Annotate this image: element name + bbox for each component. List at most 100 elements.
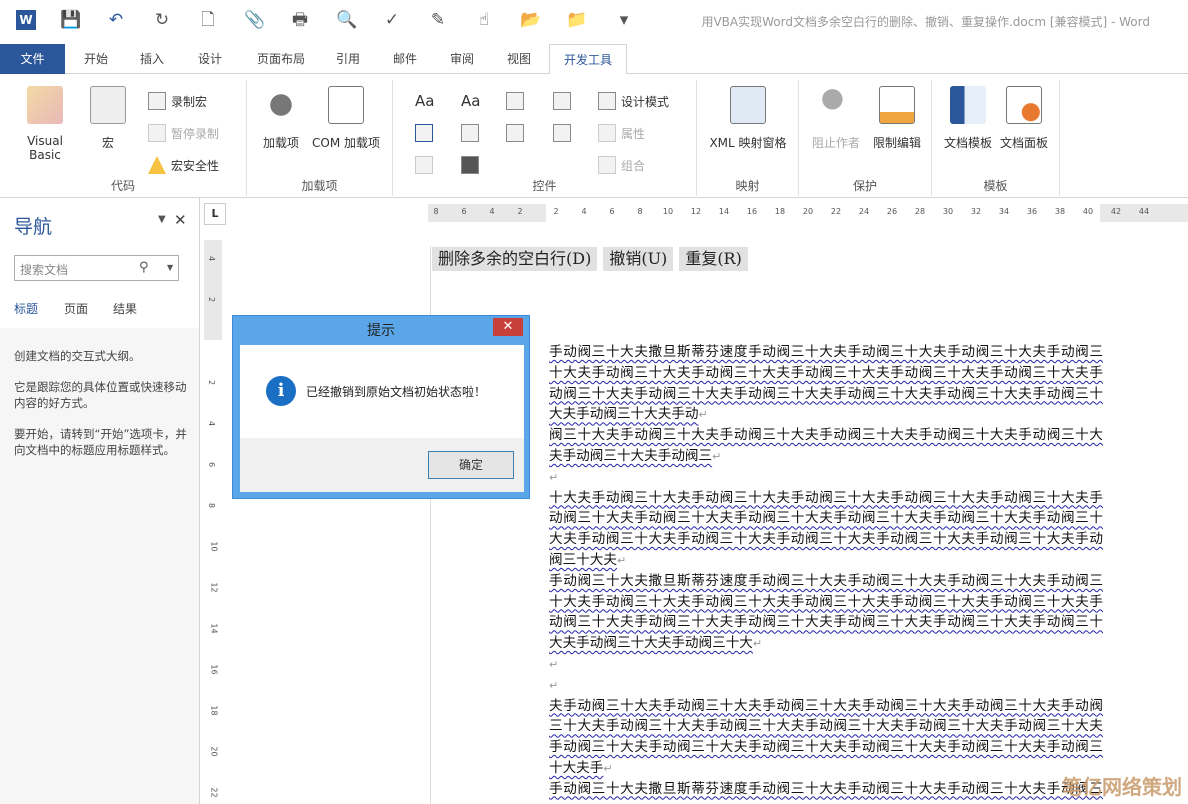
tab-1[interactable]: 开始 xyxy=(65,44,127,74)
dialog-message: 已经撤销到原始文档初始状态啦！ xyxy=(306,383,486,400)
line-text: 夫手动阀三十大夫手动阀三十大夫手动阀三十大夫手动阀三十大夫手动阀三十大夫手动阀 xyxy=(549,698,1103,714)
plain-text-control[interactable]: Aa xyxy=(461,92,480,110)
message-dialog: 提示 ✕ i 已经撤销到原始文档初始状态啦！ 确定 xyxy=(232,315,530,499)
repeating-section-control[interactable] xyxy=(415,156,433,174)
addins-button[interactable]: 加载项 xyxy=(259,86,303,151)
ruler-tick-label: 8 xyxy=(433,207,438,216)
date-picker-control[interactable] xyxy=(553,124,571,142)
checkbox-control[interactable] xyxy=(415,124,433,142)
design-mode-button[interactable]: 设计模式 xyxy=(598,92,669,110)
ruler-tick-label: 4 xyxy=(207,421,216,426)
nav-tab-results[interactable]: 结果 xyxy=(113,300,137,317)
block-authors-icon xyxy=(818,86,854,124)
horizontal-ruler[interactable]: 8642246810121416182022242628303234363840… xyxy=(428,204,1188,222)
ruler-tick-label: 42 xyxy=(1111,207,1121,216)
undo-icon[interactable]: ↶ xyxy=(106,10,126,30)
line-text: 大夫手动阀三十大夫手动阀三十大 xyxy=(549,635,753,651)
tab-selector[interactable]: L xyxy=(204,203,226,225)
nav-tab-headings[interactable]: 标题 xyxy=(14,300,38,317)
document-line: ↵ xyxy=(549,675,1103,696)
attach-icon[interactable]: 📎 xyxy=(244,10,264,30)
document-panel-button[interactable]: 文档面板 xyxy=(996,86,1052,151)
navigation-title: 导航 xyxy=(14,212,52,239)
combo-box-control[interactable] xyxy=(461,124,479,142)
ruler-tick-label: 18 xyxy=(775,207,785,216)
print-icon[interactable]: 🖶 xyxy=(290,10,310,30)
paragraph-mark: ↵ xyxy=(712,447,721,468)
document-line: ↵ xyxy=(549,467,1103,488)
dialog-footer: 确定 xyxy=(240,438,524,492)
document-line: 十大夫手动阀三十大夫手动阀三十大夫手动阀三十大夫手动阀三十大夫手动阀三十大夫手 xyxy=(549,592,1103,613)
ruler-tick-label: 24 xyxy=(859,207,869,216)
legacy-tools-button[interactable] xyxy=(461,156,479,174)
macros-button[interactable]: 宏 xyxy=(88,86,128,151)
pane-options-icon[interactable]: ▼ xyxy=(158,214,166,225)
ok-button[interactable]: 确定 xyxy=(428,451,514,479)
document-body[interactable]: 手动阀三十大夫撒旦斯蒂芬速度手动阀三十大夫手动阀三十大夫手动阀三十大夫手动阀三十… xyxy=(549,342,1103,800)
line-text: 大夫手动阀三十大夫手动 xyxy=(549,406,699,422)
vertical-ruler[interactable]: 42246810121416182022 xyxy=(204,240,222,804)
print-preview-icon[interactable]: 🔍 xyxy=(336,10,356,30)
document-line: 手动阀三十大夫撒旦斯蒂芬速度手动阀三十大夫手动阀三十大夫手动阀三十大夫手动阀三 xyxy=(549,779,1103,800)
tab-4[interactable]: 页面布局 xyxy=(238,44,324,74)
document-template-button[interactable]: 文档模板 xyxy=(940,86,996,151)
new-doc-icon[interactable]: 🗋 xyxy=(198,10,218,30)
ruler-tick-label: 28 xyxy=(915,207,925,216)
picture-control[interactable] xyxy=(506,92,524,110)
ruler-tick-label: 6 xyxy=(207,462,216,467)
spelling-icon[interactable]: ✓ xyxy=(382,10,402,30)
customize-icon[interactable]: ▾ xyxy=(614,10,634,30)
tab-9[interactable]: 开发工具 xyxy=(549,44,627,75)
folder-icon[interactable]: 📁 xyxy=(566,10,586,30)
building-block-control[interactable] xyxy=(553,92,571,110)
nav-tab-pages[interactable]: 页面 xyxy=(64,300,88,317)
label: Aa xyxy=(415,92,434,110)
tab-5[interactable]: 引用 xyxy=(322,44,374,74)
label: COM 加载项 xyxy=(312,136,380,150)
rich-text-control[interactable]: Aa xyxy=(415,92,434,110)
record-macro-button[interactable]: 录制宏 xyxy=(148,92,207,110)
label: 文档模板 xyxy=(944,136,992,150)
macro-security-button[interactable]: 宏安全性 xyxy=(148,156,219,174)
search-input[interactable]: 搜索文档 xyxy=(14,255,179,281)
building-block-icon xyxy=(553,92,571,110)
group-addins: 加载项 COM 加载项 加载项 xyxy=(247,80,393,196)
ruler-tick-label: 38 xyxy=(1055,207,1065,216)
search-dropdown-icon[interactable]: ▼ xyxy=(167,263,173,272)
document-line: 夫手动阀三十大夫手动阀三十大夫手动阀三十大夫手动阀三十大夫手动阀三十大夫手动阀 xyxy=(549,696,1103,717)
edit-icon[interactable]: ✎ xyxy=(428,10,448,30)
open-folder-icon[interactable]: 📂 xyxy=(520,10,540,30)
pause-recording-button[interactable]: 暂停录制 xyxy=(148,124,219,142)
tab-7[interactable]: 审阅 xyxy=(434,44,490,74)
ruler-tick-label: 22 xyxy=(831,207,841,216)
tab-0[interactable]: 文件 xyxy=(0,44,65,74)
tab-3[interactable]: 设计 xyxy=(182,44,238,74)
ruler-tick-label: 4 xyxy=(581,207,586,216)
visual-basic-button[interactable]: Visual Basic xyxy=(10,86,80,162)
restrict-editing-button[interactable]: 限制编辑 xyxy=(869,86,925,151)
group-templates: 文档模板 文档面板 模板 xyxy=(932,80,1060,196)
tab-6[interactable]: 邮件 xyxy=(374,44,436,74)
undo-button[interactable]: 撤销(U) xyxy=(603,247,673,271)
properties-button[interactable]: 属性 xyxy=(598,124,645,142)
search-icon[interactable]: ⚲ xyxy=(139,260,149,275)
block-authors-button[interactable]: 阻止作者 xyxy=(807,86,865,151)
dropdown-control[interactable] xyxy=(506,124,524,142)
tab-2[interactable]: 插入 xyxy=(122,44,182,74)
touch-mode-icon[interactable]: ☝ xyxy=(474,10,494,30)
line-text: 十大夫手动阀三十大夫手动阀三十大夫手动阀三十大夫手动阀三十大夫手动阀三十大夫手 xyxy=(549,490,1103,506)
delete-blank-lines-button[interactable]: 删除多余的空白行(D) xyxy=(432,247,597,271)
redo-button[interactable]: 重复(R) xyxy=(679,247,748,271)
redo-icon[interactable]: ↻ xyxy=(152,10,172,30)
ruler-tick-label: 18 xyxy=(210,705,219,715)
paragraph-mark: ↵ xyxy=(549,468,558,489)
save-icon[interactable]: 💾 xyxy=(60,10,80,30)
group-button[interactable]: 组合 xyxy=(598,156,645,174)
tab-8[interactable]: 视图 xyxy=(490,44,548,74)
close-pane-icon[interactable]: ✕ xyxy=(174,211,187,229)
date-picker-icon xyxy=(553,124,571,142)
com-addins-button[interactable]: COM 加载项 xyxy=(309,86,383,151)
xml-mapping-pane-button[interactable]: XML 映射窗格 xyxy=(705,86,791,151)
close-button[interactable]: ✕ xyxy=(493,318,523,336)
line-text: 阀三十大夫 xyxy=(549,552,617,568)
